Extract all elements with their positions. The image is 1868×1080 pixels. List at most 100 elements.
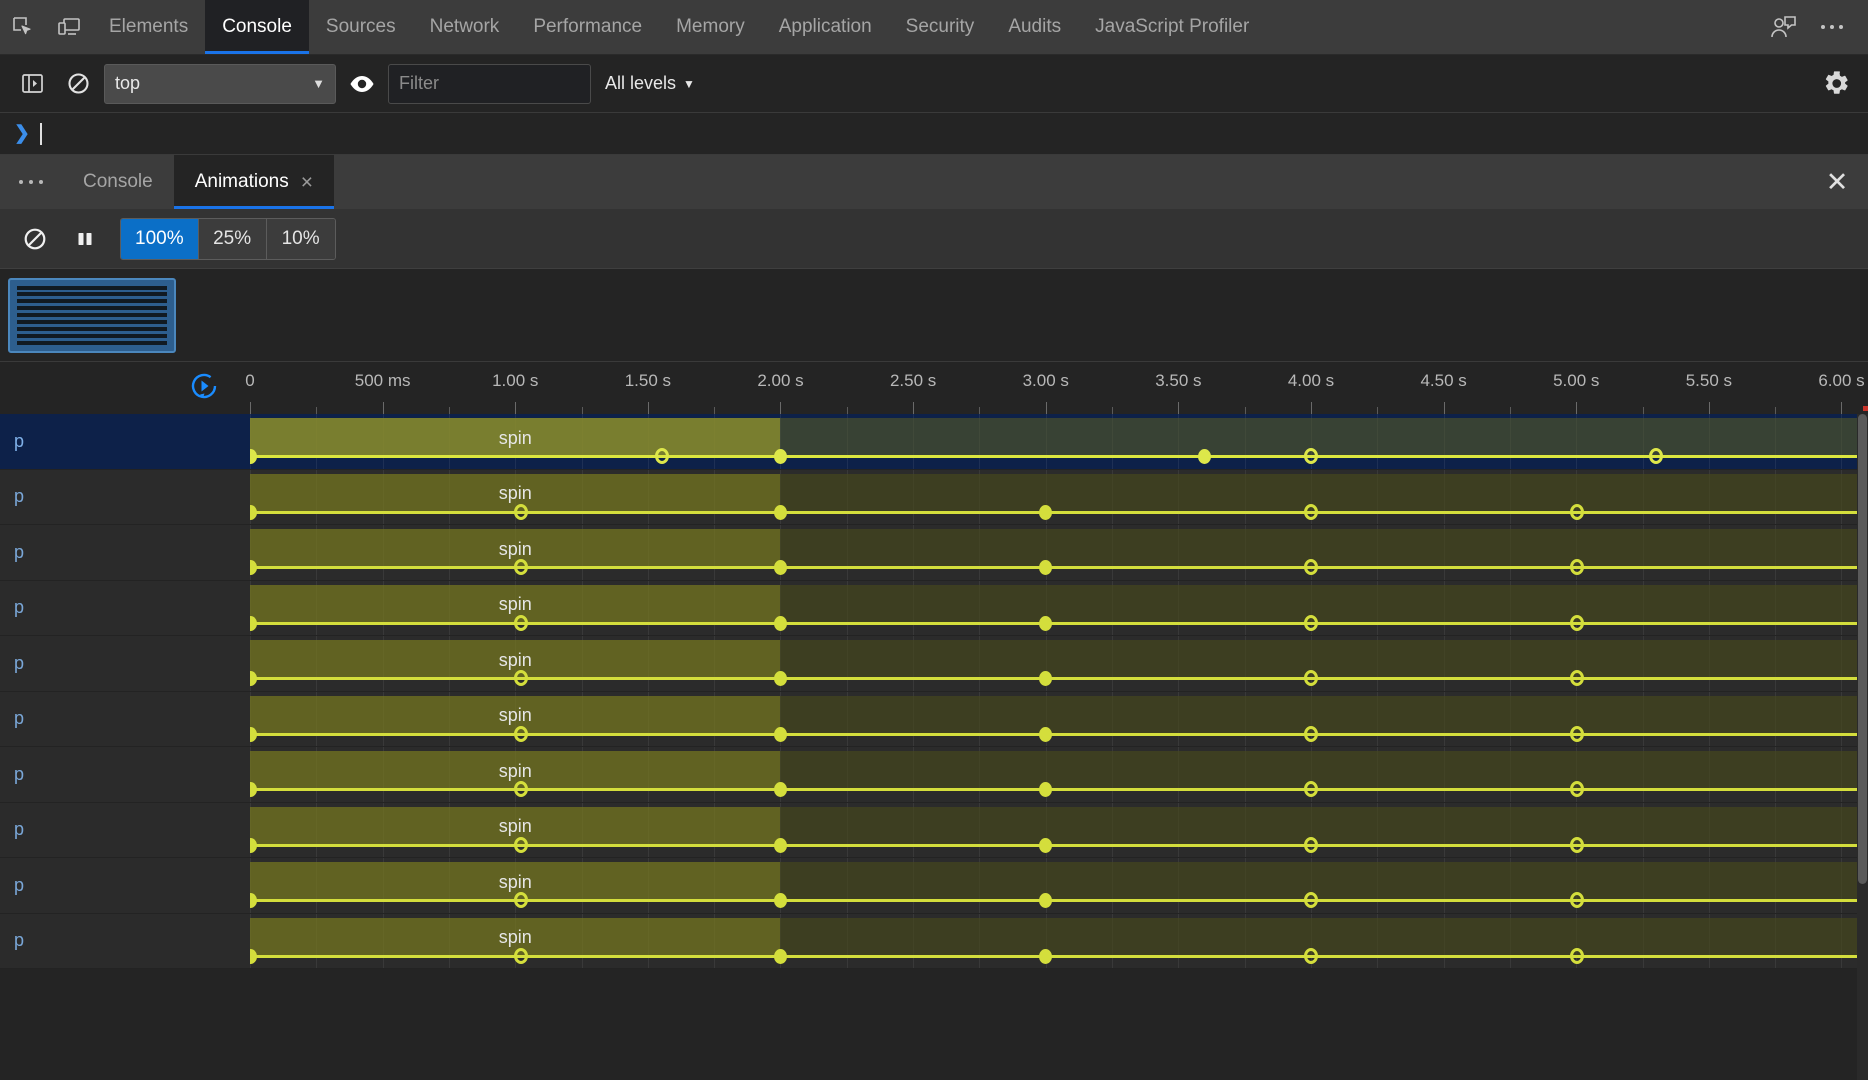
inspect-element-icon[interactable]	[0, 0, 46, 54]
keyframe-marker[interactable]	[250, 449, 257, 464]
animation-row[interactable]: p spin	[0, 747, 1868, 803]
keyframe-marker[interactable]	[1304, 448, 1319, 464]
keyframe-marker[interactable]	[1198, 449, 1212, 464]
animation-row[interactable]: p spin	[0, 691, 1868, 747]
keyframe-marker[interactable]	[514, 725, 529, 742]
keyframe-marker[interactable]	[773, 837, 787, 853]
animation-row[interactable]: p spin	[0, 636, 1868, 692]
animation-row-track[interactable]: spin	[250, 858, 1868, 913]
keyframe-marker[interactable]	[1039, 782, 1053, 797]
keyframe-marker[interactable]	[773, 726, 787, 742]
speed-button-100[interactable]: 100%	[121, 218, 199, 259]
keyframe-marker[interactable]	[1649, 448, 1664, 464]
keyframe-marker[interactable]	[1039, 893, 1053, 908]
animation-row[interactable]: p spin	[0, 414, 1868, 470]
keyframe-marker[interactable]	[1039, 560, 1053, 575]
keyframe-marker[interactable]	[514, 614, 529, 631]
keyframe-marker[interactable]	[1039, 837, 1053, 853]
animation-row[interactable]: p spin	[0, 469, 1868, 525]
keyframe-marker[interactable]	[514, 836, 529, 853]
log-level-select[interactable]: All levels ▼	[597, 73, 703, 94]
drawer-tab-animations[interactable]: Animations ×	[173, 155, 335, 209]
keyframe-marker[interactable]	[1039, 615, 1053, 631]
drawer-more-tabs-icon[interactable]	[0, 155, 62, 209]
animation-row[interactable]: p spin	[0, 580, 1868, 636]
replay-animation-icon[interactable]	[188, 370, 220, 407]
drawer-tab-console[interactable]: Console	[62, 155, 174, 209]
scrollbar-thumb[interactable]	[1858, 414, 1867, 884]
keyframe-marker[interactable]	[514, 892, 529, 908]
speed-button-10[interactable]: 10%	[266, 218, 335, 259]
keyframe-marker[interactable]	[250, 671, 257, 686]
animation-row[interactable]: p spin	[0, 802, 1868, 858]
animation-row[interactable]: p spin	[0, 913, 1868, 969]
keyframe-marker[interactable]	[250, 837, 257, 853]
keyframe-marker[interactable]	[1304, 947, 1319, 964]
speed-button-25[interactable]: 25%	[198, 218, 267, 259]
keyframe-marker[interactable]	[250, 948, 257, 964]
animation-row-track[interactable]: spin	[250, 580, 1868, 635]
keyframe-marker[interactable]	[654, 448, 669, 464]
animation-row-track[interactable]: spin	[250, 913, 1868, 968]
animation-row-track[interactable]: spin	[250, 414, 1868, 469]
tab-javascript-profiler[interactable]: JavaScript Profiler	[1078, 0, 1266, 54]
tab-elements[interactable]: Elements	[92, 0, 205, 54]
animation-row-track[interactable]: spin	[250, 802, 1868, 857]
animation-row[interactable]: p spin	[0, 858, 1868, 914]
tab-network[interactable]: Network	[413, 0, 517, 54]
keyframe-marker[interactable]	[1569, 836, 1584, 853]
console-sidebar-toggle-icon[interactable]	[12, 64, 52, 104]
keyframe-marker[interactable]	[1039, 671, 1053, 686]
keyframe-marker[interactable]	[1304, 725, 1319, 742]
device-toolbar-icon[interactable]	[46, 0, 92, 54]
eye-icon[interactable]	[342, 64, 382, 104]
tab-security[interactable]: Security	[889, 0, 992, 54]
keyframe-marker[interactable]	[1304, 559, 1319, 575]
keyframe-marker[interactable]	[1569, 892, 1584, 908]
animation-group-preview[interactable]	[8, 277, 176, 353]
keyframe-marker[interactable]	[1039, 948, 1053, 964]
tab-performance[interactable]: Performance	[516, 0, 659, 54]
keyframe-marker[interactable]	[1304, 781, 1319, 797]
animation-row-track[interactable]: spin	[250, 469, 1868, 524]
keyframe-marker[interactable]	[250, 726, 257, 742]
keyframe-marker[interactable]	[773, 782, 787, 797]
tab-console[interactable]: Console	[205, 0, 309, 54]
pause-icon[interactable]	[62, 217, 108, 261]
animation-row-track[interactable]: spin	[250, 691, 1868, 746]
keyframe-marker[interactable]	[1569, 559, 1584, 575]
keyframe-marker[interactable]	[1569, 670, 1584, 686]
keyframe-marker[interactable]	[773, 615, 787, 631]
console-filter-input[interactable]	[388, 63, 591, 104]
keyframe-marker[interactable]	[250, 782, 257, 797]
close-tab-icon[interactable]: ×	[301, 172, 313, 193]
keyframe-marker[interactable]	[514, 503, 529, 520]
person-feedback-icon[interactable]	[1760, 14, 1806, 40]
keyframe-marker[interactable]	[1304, 892, 1319, 908]
more-options-icon[interactable]	[1806, 25, 1858, 29]
timeline-vertical-scrollbar[interactable]	[1857, 414, 1868, 1080]
keyframe-marker[interactable]	[773, 560, 787, 575]
keyframe-marker[interactable]	[1304, 670, 1319, 686]
tab-sources[interactable]: Sources	[309, 0, 413, 54]
timeline-ruler-track[interactable]: 0 500 ms 1.00 s 1.50 s 2.00 s 2.50 s 3.00 s 3.5…	[245, 362, 1868, 414]
keyframe-marker[interactable]	[250, 615, 257, 631]
keyframe-marker[interactable]	[514, 559, 529, 575]
keyframe-marker[interactable]	[773, 893, 787, 908]
gear-icon[interactable]	[1816, 64, 1856, 104]
animation-row[interactable]: p spin	[0, 525, 1868, 581]
keyframe-marker[interactable]	[514, 947, 529, 964]
console-prompt-row[interactable]: ❯	[0, 113, 1868, 155]
execution-context-select[interactable]: top ▼	[104, 63, 336, 104]
keyframe-marker[interactable]	[1039, 504, 1053, 520]
keyframe-marker[interactable]	[773, 671, 787, 686]
keyframe-marker[interactable]	[514, 670, 529, 686]
keyframe-marker[interactable]	[1304, 836, 1319, 853]
close-drawer-icon[interactable]: ✕	[1806, 155, 1868, 209]
keyframe-marker[interactable]	[1569, 781, 1584, 797]
keyframe-marker[interactable]	[250, 504, 257, 520]
keyframe-marker[interactable]	[773, 948, 787, 964]
keyframe-marker[interactable]	[514, 781, 529, 797]
keyframe-marker[interactable]	[1039, 726, 1053, 742]
tab-audits[interactable]: Audits	[991, 0, 1078, 54]
